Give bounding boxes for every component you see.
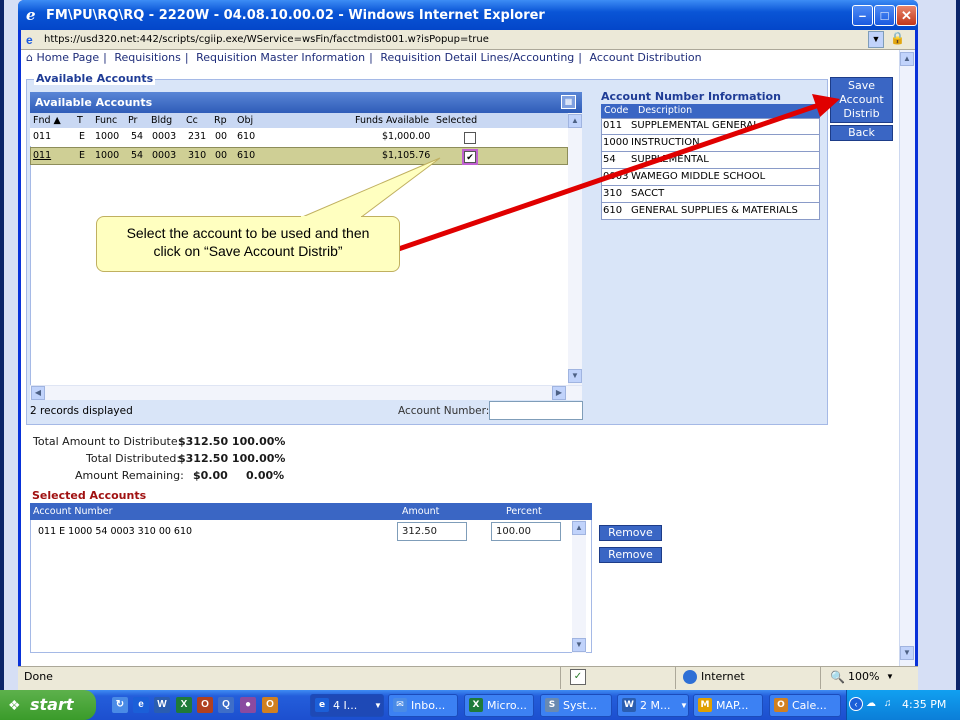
task-ie[interactable]: e 4 I... [310, 694, 384, 717]
weather-icon[interactable]: ☁ [866, 698, 876, 709]
windows-logo-icon: ❖ [8, 697, 21, 713]
callout-line2: click on “Save Account Distrib” [153, 243, 343, 259]
zoom-dropdown-icon[interactable]: ▼ [886, 672, 894, 681]
task-calendar[interactable]: O Cale... [769, 694, 841, 717]
ql-browser-icon[interactable]: ↻ [112, 697, 128, 713]
task-system[interactable]: S Syst... [540, 694, 612, 717]
security-zone: Internet [701, 670, 745, 683]
status-divider [560, 667, 561, 689]
task-label: Micro... [487, 699, 527, 712]
tray-expand-icon[interactable]: ‹ [849, 697, 863, 711]
system-icon: S [545, 698, 559, 712]
status-bar [18, 666, 918, 690]
ql-office-icon[interactable]: O [197, 697, 213, 713]
task-label: 2 M... [640, 699, 671, 712]
word-icon: W [622, 698, 636, 712]
task-label: Inbo... [411, 699, 446, 712]
task-word[interactable]: W 2 M... [617, 694, 689, 717]
task-label: MAP... [716, 699, 749, 712]
ql-ie-icon[interactable]: e [133, 697, 149, 713]
task-map[interactable]: M MAP... [693, 694, 763, 717]
task-label: 4 I... [333, 699, 358, 712]
zoom-icon[interactable]: 🔍 [830, 670, 845, 684]
calendar-icon: O [774, 698, 788, 712]
status-divider [675, 667, 676, 689]
ie-icon: e [315, 698, 329, 712]
volume-icon[interactable]: ♫ [884, 698, 892, 709]
excel-icon: X [469, 698, 483, 712]
ql-media-icon[interactable]: ● [240, 697, 256, 713]
red-arrow-line [377, 101, 823, 259]
clock[interactable]: 4:35 PM [902, 698, 946, 711]
callout-pointer-mask [301, 216, 361, 220]
callout-line1: Select the account to be used and then [126, 225, 370, 241]
ql-word-icon[interactable]: W [154, 697, 170, 713]
callout-text: Select the account to be used and then c… [100, 224, 396, 260]
annotation-overlay [299, 94, 840, 259]
red-arrow-head [812, 94, 840, 117]
status-text: Done [24, 670, 53, 683]
task-inbox[interactable]: ✉ Inbo... [388, 694, 458, 717]
zoom-level[interactable]: 100% [848, 670, 879, 683]
callout-pointer [299, 157, 441, 219]
status-divider [820, 667, 821, 689]
globe-icon [683, 670, 697, 684]
map-icon: M [698, 698, 712, 712]
ql-search-icon[interactable]: Q [218, 697, 234, 713]
ql-excel-icon[interactable]: X [176, 697, 192, 713]
task-label: Cale... [792, 699, 827, 712]
page-status-icon: ✓ [570, 669, 586, 685]
task-label: Syst... [563, 699, 598, 712]
ql-outlook-icon[interactable]: O [262, 697, 278, 713]
task-group-dropdown-icon[interactable]: ▼ [680, 701, 688, 710]
task-excel[interactable]: X Micro... [464, 694, 534, 717]
task-group-dropdown-icon[interactable]: ▼ [374, 701, 382, 710]
mail-icon: ✉ [393, 698, 407, 712]
